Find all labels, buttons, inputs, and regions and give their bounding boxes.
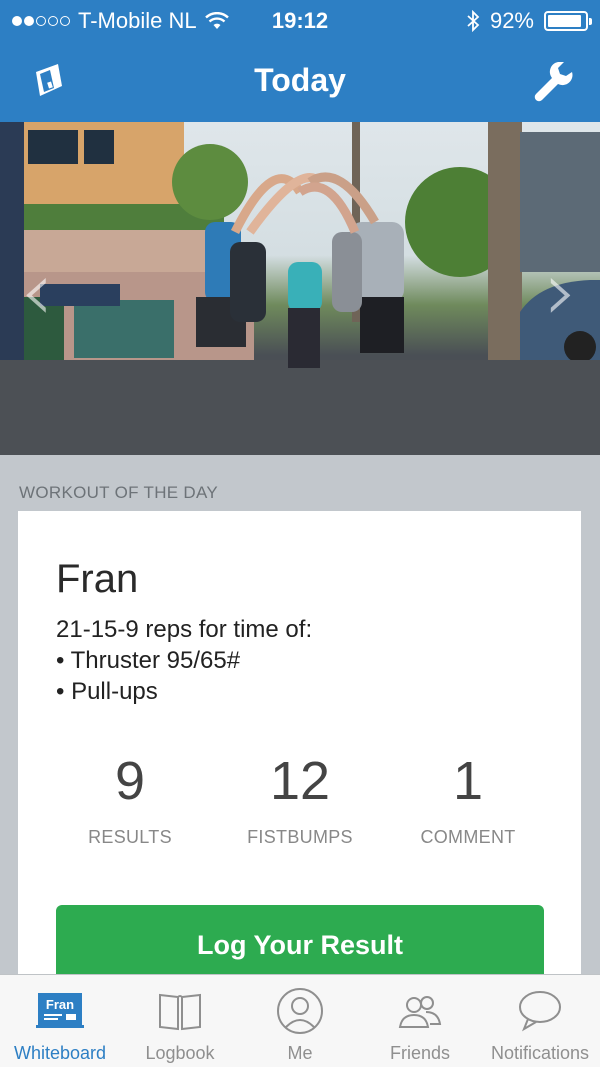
workout-description: 21-15-9 reps for time of: • Thruster 95/…: [56, 614, 312, 707]
next-photo-icon[interactable]: ›: [544, 242, 578, 340]
status-bar: T-Mobile NL 19:12 92%: [0, 0, 600, 40]
results-label: RESULTS: [88, 827, 172, 847]
tab-notifications[interactable]: Notifications: [480, 975, 600, 1067]
tab-label: Notifications: [490, 1043, 590, 1063]
nav-bar: Today: [0, 40, 600, 122]
results-count: 9: [114, 751, 146, 811]
workout-card[interactable]: Fran 21-15-9 reps for time of: • Thruste…: [18, 511, 581, 985]
comment-label: COMMENT: [420, 827, 516, 847]
wrench-icon[interactable]: [530, 58, 574, 102]
workout-photo[interactable]: ‹ ›: [0, 122, 600, 455]
comment-count: 1: [452, 751, 484, 811]
tab-whiteboard[interactable]: Fran Whiteboard: [0, 975, 120, 1067]
tab-label: Me: [287, 1043, 313, 1063]
log-result-button[interactable]: Log Your Result: [56, 905, 544, 985]
fistbumps-stat[interactable]: 12 FISTBUMPS: [210, 751, 390, 848]
previous-photo-icon[interactable]: ‹: [20, 242, 54, 340]
workout-stats: 9 RESULTS 12 FISTBUMPS 1 COMMENT: [18, 751, 581, 851]
workout-line: • Pull-ups: [56, 678, 158, 705]
speech-bubble-icon: [519, 991, 561, 1032]
tab-me[interactable]: Me: [240, 975, 360, 1067]
battery-percent: 92%: [489, 8, 534, 33]
bluetooth-icon: [467, 10, 480, 32]
workout-line: 21-15-9 reps for time of:: [56, 616, 313, 643]
tab-label: Logbook: [145, 1043, 215, 1063]
tab-logbook[interactable]: Logbook: [120, 975, 240, 1067]
tab-label: Whiteboard: [13, 1043, 107, 1063]
battery-icon: [544, 11, 592, 31]
top-bar: T-Mobile NL 19:12 92% Today: [0, 0, 600, 122]
workout-line: • Thruster 95/65#: [56, 647, 241, 674]
person-icon: [277, 988, 323, 1034]
workout-name: Fran: [56, 557, 139, 601]
tab-friends[interactable]: Friends: [360, 975, 480, 1067]
hero-illustration: [0, 122, 600, 455]
fistbumps-count: 12: [269, 751, 331, 811]
comment-stat[interactable]: 1 COMMENT: [378, 751, 558, 848]
section-label: WORKOUT OF THE DAY: [19, 483, 219, 502]
page-title: Today: [254, 62, 346, 98]
tab-bar: Fran Whiteboard Logbook Me Friends Notif…: [0, 974, 600, 1067]
whiteboard-icon-text: Fran: [46, 997, 74, 1012]
status-right: 92%: [466, 8, 592, 34]
book-icon: [159, 993, 201, 1031]
results-stat[interactable]: 9 RESULTS: [40, 751, 220, 848]
whiteboard-icon: Fran: [36, 993, 84, 1028]
friends-icon: [398, 996, 442, 1028]
fistbumps-label: FISTBUMPS: [247, 827, 353, 847]
tab-label: Friends: [389, 1043, 451, 1063]
